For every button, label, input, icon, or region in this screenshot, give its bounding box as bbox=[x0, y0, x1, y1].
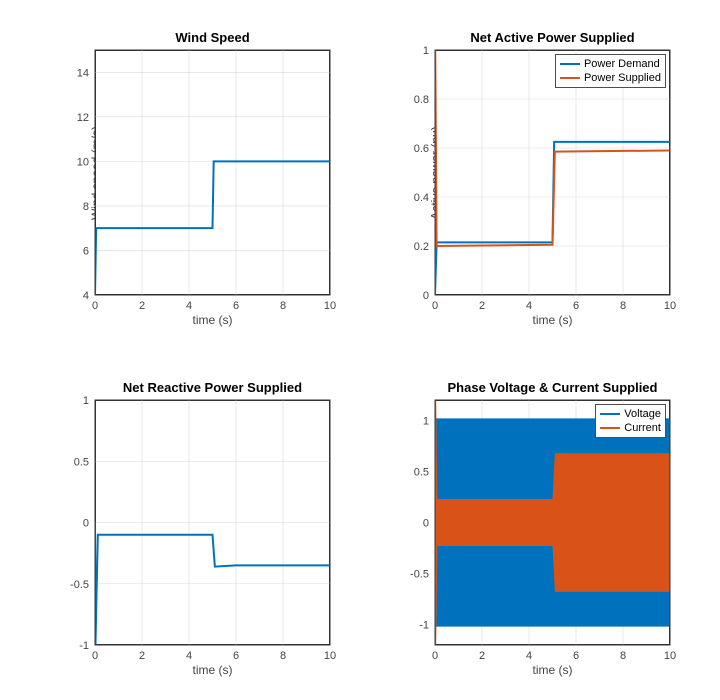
svg-text:4: 4 bbox=[186, 650, 192, 662]
svg-text:6: 6 bbox=[233, 300, 239, 312]
svg-text:4: 4 bbox=[526, 300, 532, 312]
svg-text:4: 4 bbox=[83, 290, 89, 302]
legend-label: Voltage bbox=[624, 407, 661, 421]
svg-text:10: 10 bbox=[77, 156, 89, 168]
svg-text:10: 10 bbox=[324, 650, 336, 662]
svg-text:1: 1 bbox=[423, 415, 429, 427]
legend-label: Power Demand bbox=[584, 57, 660, 71]
svg-text:-0.5: -0.5 bbox=[70, 579, 89, 591]
legend-item: Power Demand bbox=[560, 57, 661, 71]
svg-text:-1: -1 bbox=[419, 620, 429, 632]
subplot-net-active: Net Active Power Supplied Active power (… bbox=[435, 50, 670, 295]
svg-text:2: 2 bbox=[479, 650, 485, 662]
legend: Voltage Current bbox=[595, 404, 666, 438]
svg-text:0.2: 0.2 bbox=[414, 241, 429, 253]
svg-text:-0.5: -0.5 bbox=[410, 569, 429, 581]
svg-text:14: 14 bbox=[77, 67, 89, 79]
svg-text:6: 6 bbox=[233, 650, 239, 662]
svg-text:1: 1 bbox=[423, 45, 429, 57]
x-axis-label: time (s) bbox=[95, 663, 330, 677]
svg-text:4: 4 bbox=[526, 650, 532, 662]
legend-swatch-icon bbox=[600, 427, 620, 429]
legend: Power Demand Power Supplied bbox=[555, 54, 666, 88]
chart-title: Net Reactive Power Supplied bbox=[95, 380, 330, 395]
svg-text:0.5: 0.5 bbox=[74, 456, 89, 468]
svg-text:8: 8 bbox=[620, 300, 626, 312]
subplot-phase-vi: Phase Voltage & Current Supplied Voltage… bbox=[435, 400, 670, 645]
legend-label: Current bbox=[624, 421, 661, 435]
svg-text:8: 8 bbox=[83, 201, 89, 213]
plot-svg: 0246810-1-0.500.51 bbox=[95, 400, 330, 645]
figure: Wind Speed Wind speed (m/s) time (s) 024… bbox=[0, 0, 720, 700]
legend-item: Current bbox=[600, 421, 661, 435]
svg-text:0: 0 bbox=[92, 300, 98, 312]
svg-text:8: 8 bbox=[620, 650, 626, 662]
svg-text:2: 2 bbox=[139, 650, 145, 662]
svg-text:2: 2 bbox=[139, 300, 145, 312]
legend-swatch-icon bbox=[600, 413, 620, 415]
legend-item: Power Supplied bbox=[560, 71, 661, 85]
chart-title: Wind Speed bbox=[95, 30, 330, 45]
svg-text:10: 10 bbox=[324, 300, 336, 312]
svg-text:4: 4 bbox=[186, 300, 192, 312]
svg-text:12: 12 bbox=[77, 112, 89, 124]
svg-text:0: 0 bbox=[432, 300, 438, 312]
svg-text:6: 6 bbox=[573, 650, 579, 662]
svg-text:0.4: 0.4 bbox=[414, 192, 429, 204]
chart-title: Phase Voltage & Current Supplied bbox=[435, 380, 670, 395]
svg-text:1: 1 bbox=[83, 395, 89, 407]
legend-label: Power Supplied bbox=[584, 71, 661, 85]
svg-text:10: 10 bbox=[664, 300, 676, 312]
svg-text:-1: -1 bbox=[79, 640, 89, 652]
svg-text:0: 0 bbox=[423, 290, 429, 302]
legend-swatch-icon bbox=[560, 63, 580, 65]
svg-text:8: 8 bbox=[280, 650, 286, 662]
svg-text:2: 2 bbox=[479, 300, 485, 312]
x-axis-label: time (s) bbox=[435, 663, 670, 677]
svg-text:6: 6 bbox=[573, 300, 579, 312]
svg-text:0: 0 bbox=[432, 650, 438, 662]
svg-text:0: 0 bbox=[92, 650, 98, 662]
svg-text:0.6: 0.6 bbox=[414, 143, 429, 155]
legend-swatch-icon bbox=[560, 77, 580, 79]
svg-text:6: 6 bbox=[83, 245, 89, 257]
svg-text:0.8: 0.8 bbox=[414, 94, 429, 106]
subplot-net-reactive: Net Reactive Power Supplied Reactive pow… bbox=[95, 400, 330, 645]
x-axis-label: time (s) bbox=[435, 313, 670, 327]
svg-text:0: 0 bbox=[83, 518, 89, 530]
svg-text:10: 10 bbox=[664, 650, 676, 662]
svg-text:0: 0 bbox=[423, 518, 429, 530]
plot-svg: 0246810468101214 bbox=[95, 50, 330, 295]
svg-text:0.5: 0.5 bbox=[414, 466, 429, 478]
svg-text:8: 8 bbox=[280, 300, 286, 312]
subplot-wind-speed: Wind Speed Wind speed (m/s) time (s) 024… bbox=[95, 50, 330, 295]
x-axis-label: time (s) bbox=[95, 313, 330, 327]
legend-item: Voltage bbox=[600, 407, 661, 421]
chart-title: Net Active Power Supplied bbox=[435, 30, 670, 45]
